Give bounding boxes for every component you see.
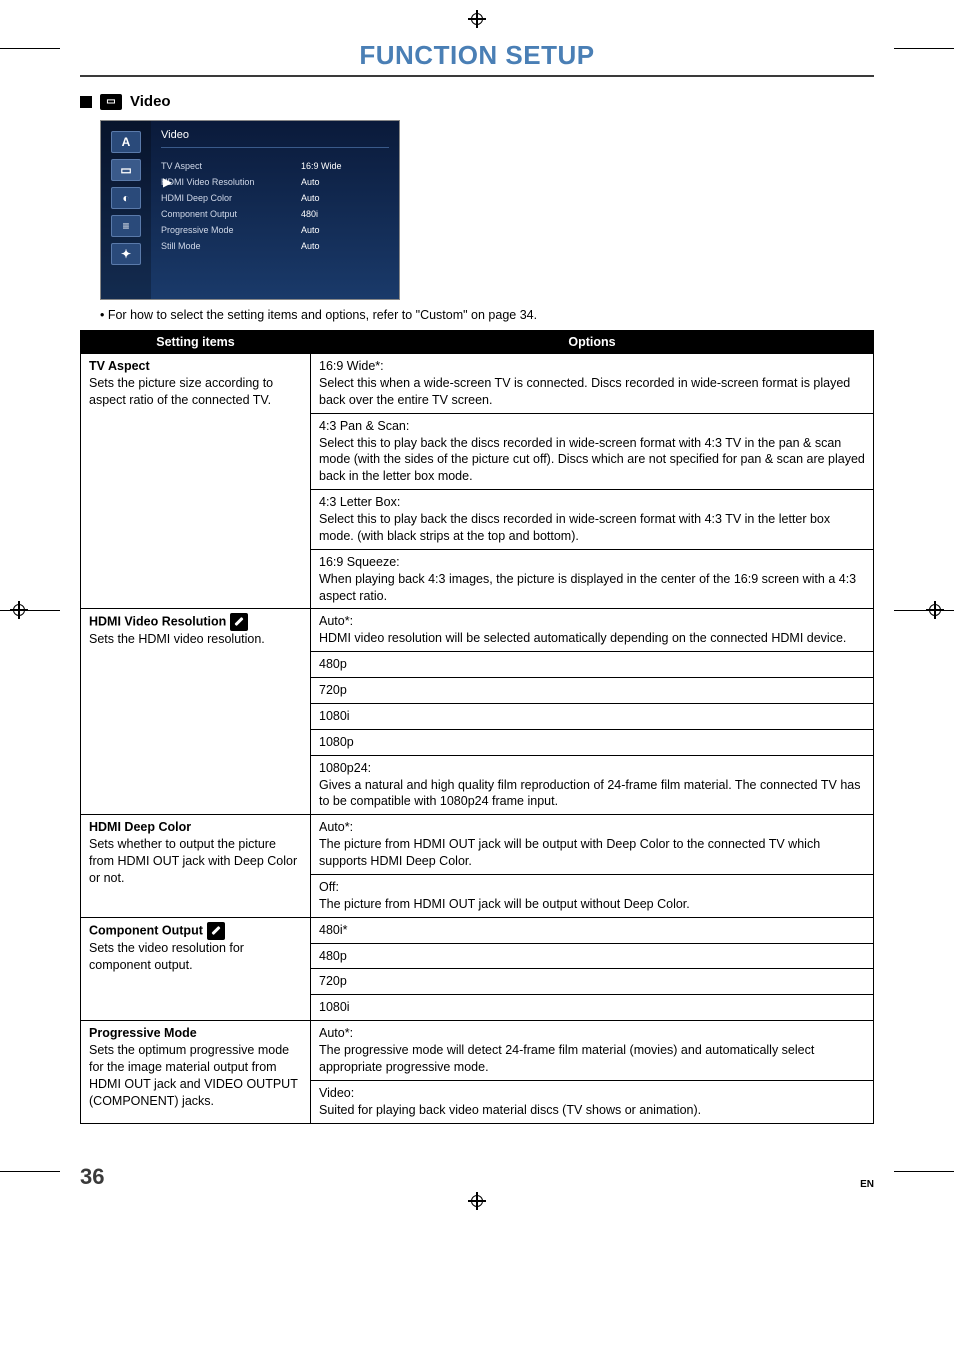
osd-screenshot: A ▭ ◐ ≡ ✦ ▶ Video TV Aspect 16:9 Wide HDMI…: [100, 120, 400, 300]
title-underline: [80, 75, 874, 77]
setting-item-cell: HDMI Deep Color Sets whether to output th…: [81, 815, 311, 917]
osd-side-icon-audio: ◐: [111, 187, 141, 209]
page-title: FUNCTION SETUP: [80, 40, 874, 71]
option-cell: Auto*:The picture from HDMI OUT jack wil…: [311, 815, 874, 875]
registration-mark-bottom: [468, 1192, 486, 1210]
option-cell: 4:3 Letter Box:Select this to play back …: [311, 490, 874, 550]
setting-item-desc: Sets the HDMI video resolution.: [89, 632, 265, 646]
page-footer: 36 EN: [80, 1164, 874, 1190]
option-cell: 16:9 Wide*:Select this when a wide-scree…: [311, 354, 874, 414]
osd-row: HDMI Deep Color Auto: [161, 190, 389, 206]
setting-item-cell: Progressive Mode Sets the optimum progres…: [81, 1021, 311, 1123]
table-row: HDMI Deep ColorSets whether to output th…: [81, 815, 874, 875]
osd-row-key: HDMI Video Resolution: [161, 177, 271, 187]
option-cell: Auto*:HDMI video resolution will be sele…: [311, 609, 874, 652]
osd-side-icon-other: ✦: [111, 243, 141, 265]
table-row: TV Aspect Sets the picture size according…: [81, 354, 874, 414]
option-cell: Off:The picture from HDMI OUT jack will …: [311, 874, 874, 917]
setting-item-desc: Sets the video resolution for component …: [89, 941, 244, 972]
osd-row-key: Still Mode: [161, 241, 271, 251]
setting-item-title: HDMI Video Resolution: [89, 615, 226, 629]
option-cell: 480p: [311, 943, 874, 969]
option-cell: Auto*:The progressive mode will detect 2…: [311, 1021, 874, 1081]
option-cell: 480i*: [311, 917, 874, 943]
crop-rule: [0, 48, 60, 49]
osd-row-value: 480i: [301, 209, 318, 219]
option-cell: 720p: [311, 969, 874, 995]
osd-row-value: Auto: [301, 225, 320, 235]
crop-rule: [0, 1171, 60, 1172]
osd-side-icon-letter: A: [111, 131, 141, 153]
osd-row: Progressive Mode Auto: [161, 222, 389, 238]
crop-rule: [894, 1171, 954, 1172]
note-text: • For how to select the setting items an…: [100, 308, 874, 322]
osd-row: Still Mode Auto: [161, 238, 389, 254]
option-cell: 1080p24:Gives a natural and high quality…: [311, 755, 874, 815]
osd-row: TV Aspect 16:9 Wide: [161, 158, 389, 174]
wrench-icon: [230, 613, 248, 631]
section-label: Video: [130, 93, 171, 110]
option-cell: 16:9 Squeeze:When playing back 4:3 image…: [311, 549, 874, 609]
setting-item-cell: TV Aspect Sets the picture size according…: [81, 354, 311, 609]
crop-rule: [0, 610, 60, 611]
setting-item-title: Component Output: [89, 923, 203, 937]
setting-item-title: TV Aspect: [89, 359, 150, 373]
option-cell: 4:3 Pan & Scan:Select this to play back …: [311, 413, 874, 490]
registration-mark-top: [468, 10, 486, 28]
wrench-icon: [207, 922, 225, 940]
col-header-items: Setting items: [81, 331, 311, 354]
square-bullet-icon: [80, 96, 92, 108]
setting-item-title: Progressive Mode: [89, 1026, 197, 1040]
osd-row-key: TV Aspect: [161, 161, 271, 171]
osd-row-key: Progressive Mode: [161, 225, 271, 235]
option-cell: 1080i: [311, 703, 874, 729]
table-row: HDMI Video Resolution Sets the HDMI video…: [81, 609, 874, 652]
setting-item-cell: Component Output Sets the video resolutio…: [81, 917, 311, 1021]
osd-arrow-icon: ▶: [163, 175, 172, 189]
setting-item-desc: Sets whether to output the picture from …: [89, 837, 297, 885]
osd-row-value: Auto: [301, 193, 320, 203]
table-row: Progressive ModeSets the optimum progres…: [81, 1021, 874, 1081]
setting-item-title: HDMI Deep Color: [89, 820, 191, 834]
page-number: 36: [80, 1164, 104, 1190]
section-heading: ▭ Video: [80, 93, 874, 110]
option-cell: Video:Suited for playing back video mate…: [311, 1080, 874, 1123]
language-code: EN: [860, 1179, 874, 1190]
option-cell: 720p: [311, 678, 874, 704]
osd-main-panel: Video TV Aspect 16:9 Wide HDMI Video Resol…: [151, 121, 399, 299]
osd-row: Component Output 480i: [161, 206, 389, 222]
osd-title: Video: [161, 129, 389, 148]
setting-item-cell: HDMI Video Resolution Sets the HDMI video…: [81, 609, 311, 815]
crop-rule: [894, 48, 954, 49]
osd-row-value: Auto: [301, 177, 320, 187]
osd-row: HDMI Video Resolution Auto: [161, 174, 389, 190]
option-cell: 1080p: [311, 729, 874, 755]
option-cell: 480p: [311, 652, 874, 678]
crop-rule: [894, 610, 954, 611]
video-icon: ▭: [100, 94, 122, 110]
setting-item-desc: Sets the optimum progressive mode for th…: [89, 1043, 298, 1108]
osd-row-key: HDMI Deep Color: [161, 193, 271, 203]
osd-side-icon-lang: ≡: [111, 215, 141, 237]
osd-row-value: Auto: [301, 241, 320, 251]
osd-sidebar: A ▭ ◐ ≡ ✦ ▶: [101, 121, 151, 299]
osd-row-key: Component Output: [161, 209, 271, 219]
col-header-options: Options: [311, 331, 874, 354]
osd-row-value: 16:9 Wide: [301, 161, 342, 171]
option-cell: 1080i: [311, 995, 874, 1021]
osd-side-icon-video: ▭: [111, 159, 141, 181]
table-row: Component OutputSets the video resolutio…: [81, 917, 874, 943]
setting-item-desc: Sets the picture size according to aspec…: [89, 376, 273, 407]
settings-table: Setting items Options TV Aspect Sets the …: [80, 330, 874, 1124]
